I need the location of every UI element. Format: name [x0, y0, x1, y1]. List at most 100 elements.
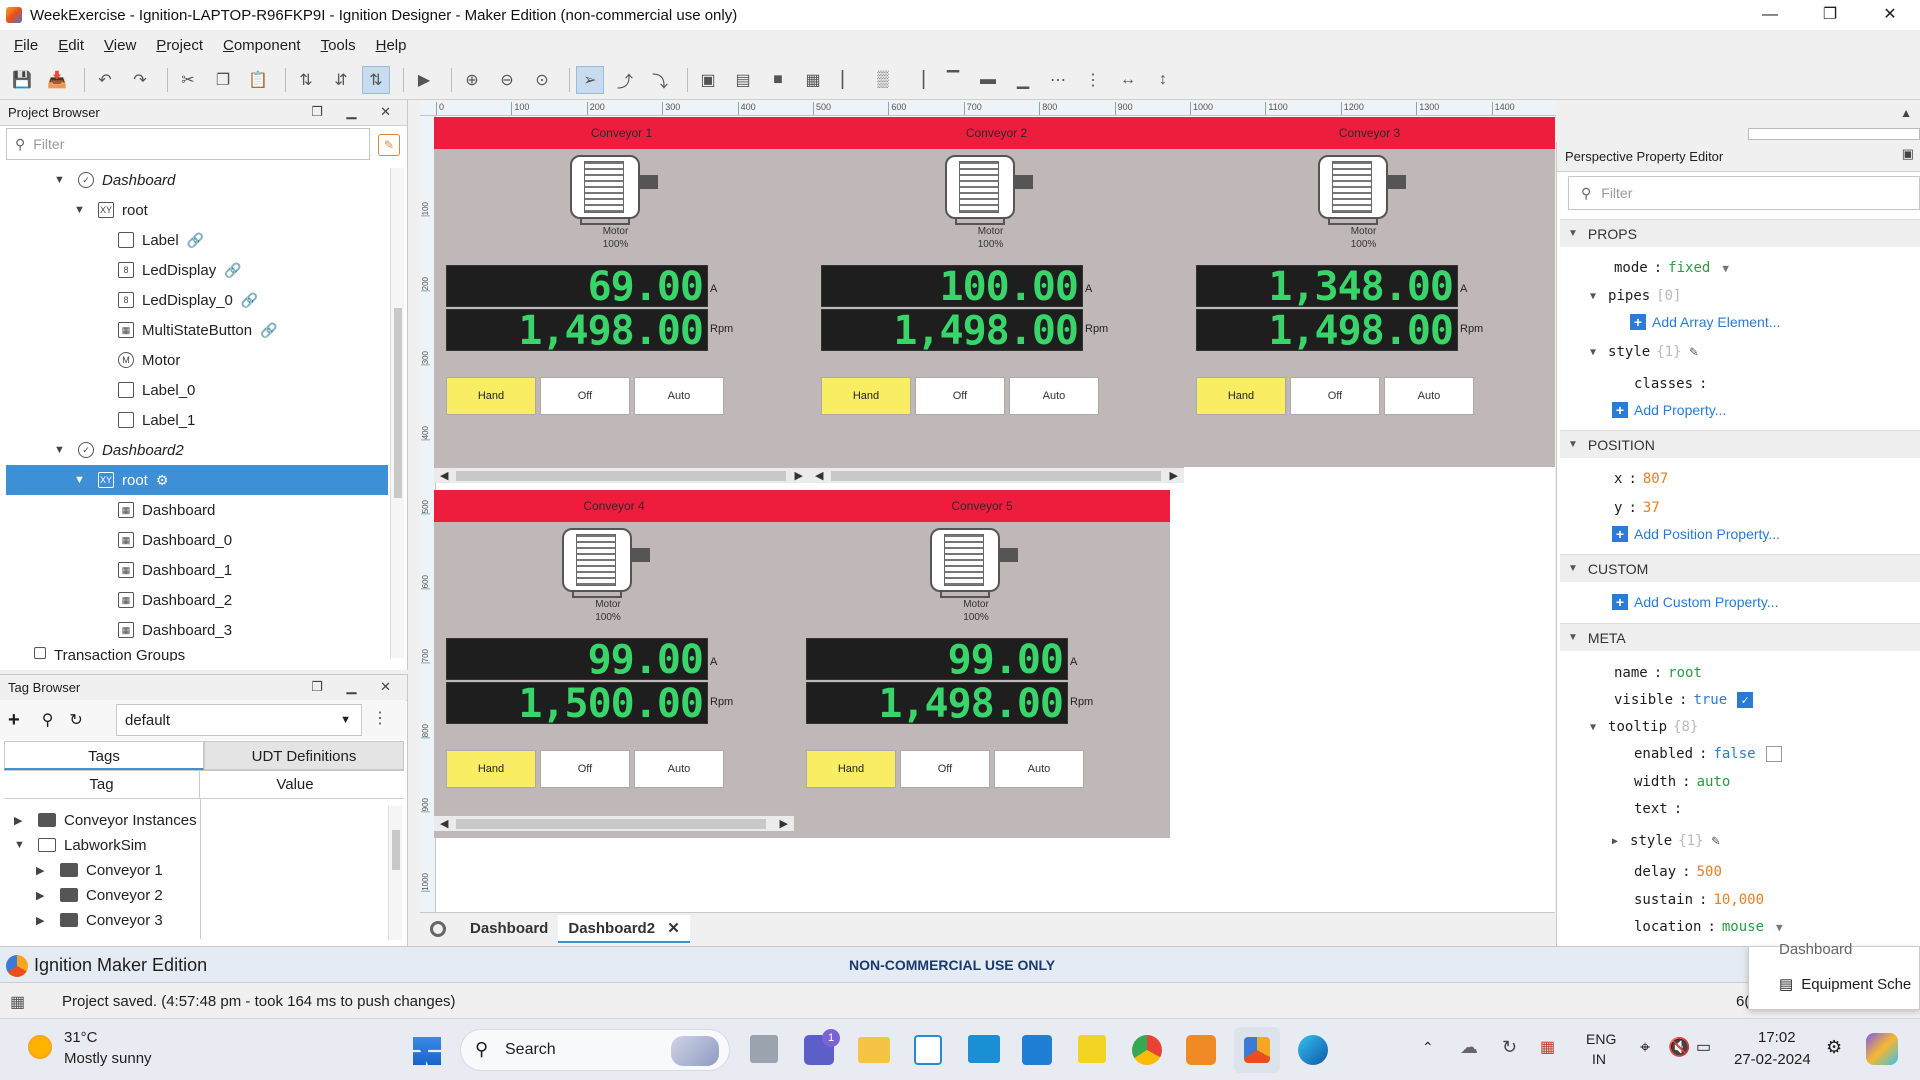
language-eng[interactable]: ENG	[1586, 1031, 1616, 1047]
battery-icon[interactable]: ▭	[1696, 1037, 1711, 1057]
distribute-vertical-icon[interactable]: ⋮	[1079, 66, 1107, 94]
mode-hand-button[interactable]: Hand	[446, 377, 536, 415]
send-backward-icon[interactable]: ▤	[729, 66, 757, 94]
tree-item-leddisplay[interactable]: 8 LedDisplay 🔗	[0, 255, 388, 285]
view-horizontal-scrollbar[interactable]: ◀ ▶	[434, 467, 809, 483]
weather-temp[interactable]: 31°C	[64, 1029, 98, 1046]
tree-item-embedded-dashboard-3[interactable]: ▦ Dashboard_3	[0, 615, 388, 645]
mode-auto-button[interactable]: Auto	[1384, 377, 1474, 415]
node-edit-icon[interactable]: ⤴	[611, 66, 639, 94]
project-browser-scrollbar[interactable]	[390, 168, 404, 658]
panel-float-icon[interactable]: ▣	[1902, 146, 1914, 162]
collapse-arrow-icon[interactable]: ▼	[74, 204, 88, 216]
tree-item-label-0[interactable]: Label_0	[0, 375, 388, 405]
column-tag[interactable]: Tag	[4, 771, 200, 798]
align-left-icon[interactable]: ▏	[834, 66, 862, 94]
tree-item-leddisplay-0[interactable]: 8 LedDisplay_0 🔗	[0, 285, 388, 315]
distribute-horizontal-icon[interactable]: ⋯	[1044, 66, 1072, 94]
visible-checkbox[interactable]: ✓	[1737, 692, 1754, 708]
minimize-button[interactable]: —	[1740, 0, 1800, 30]
cut-icon[interactable]: ✂	[174, 66, 202, 94]
prop-tooltip-text[interactable]: text:	[1634, 797, 1682, 821]
tab-udt-definitions[interactable]: UDT Definitions	[204, 741, 404, 770]
add-property-link[interactable]: + Add Property...	[1612, 402, 1726, 418]
motor-icon[interactable]	[558, 526, 658, 602]
selection-tool-icon[interactable]: ➢	[576, 65, 604, 94]
prop-classes[interactable]: classes:	[1634, 372, 1707, 396]
copy-icon[interactable]: ❐	[209, 66, 237, 94]
zoom-in-icon[interactable]: ⊕	[458, 66, 486, 94]
prop-y[interactable]: y:37	[1614, 496, 1660, 520]
prop-name[interactable]: name: root	[1614, 661, 1702, 685]
expand-arrow-icon[interactable]: ▶	[14, 814, 28, 827]
conveyor-view-1[interactable]: Conveyor 1 Motor 100% 69.00 A 1,498.00 Rpm Hand…	[434, 117, 809, 483]
tag-folder-conveyor-instances[interactable]: ▶ Conveyor Instances	[14, 807, 198, 833]
tab-tags[interactable]: Tags	[4, 741, 204, 770]
conveyor-view-4[interactable]: Conveyor 4 Motor 100% 99.00 A 1,500.00 Rpm Hand…	[434, 490, 794, 838]
prop-visible[interactable]: visible: true ✓	[1614, 688, 1754, 712]
mode-off-button[interactable]: Off	[915, 377, 1005, 415]
mode-off-button[interactable]: Off	[1290, 377, 1380, 415]
menu-edit[interactable]: Edit	[48, 37, 94, 54]
tree-item-embedded-dashboard-1[interactable]: ▦ Dashboard_1	[0, 555, 388, 585]
prop-tooltip-style[interactable]: ▶ style {1} ✎	[1612, 829, 1720, 853]
tree-item-root[interactable]: ▼ XY root	[0, 195, 388, 225]
collapse-arrow-icon[interactable]: ▼	[54, 174, 68, 186]
send-to-back-icon[interactable]: ▦	[799, 66, 827, 94]
tree-item-embedded-dashboard[interactable]: ▦ Dashboard	[0, 495, 388, 525]
expand-arrow-icon[interactable]: ▶	[36, 914, 50, 927]
preview-play-icon[interactable]: ▶	[410, 66, 438, 94]
mode-hand-button[interactable]: Hand	[1196, 377, 1286, 415]
collapse-arrow-icon[interactable]: ▼	[14, 839, 28, 851]
tag-browser-scrollbar[interactable]	[388, 806, 402, 940]
notification-gear-icon[interactable]: ⚙	[1826, 1037, 1842, 1058]
copilot-icon[interactable]	[1866, 1033, 1898, 1065]
add-array-element-link[interactable]: + Add Array Element...	[1630, 314, 1780, 330]
save-icon[interactable]: 💾	[8, 66, 36, 94]
wifi-icon[interactable]: ⌖	[1640, 1037, 1650, 1058]
prop-tooltip-sustain[interactable]: sustain:10,000	[1634, 888, 1764, 912]
mode-auto-button[interactable]: Auto	[994, 750, 1084, 788]
bring-to-front-icon[interactable]: ■	[764, 66, 792, 94]
mode-auto-button[interactable]: Auto	[634, 750, 724, 788]
tree-item-label[interactable]: Label 🔗	[0, 225, 388, 255]
tree-item-label-1[interactable]: Label_1	[0, 405, 388, 435]
tree-item-dashboard[interactable]: ▼ ✓ Dashboard	[0, 165, 388, 195]
remote-desktop-icon[interactable]	[968, 1035, 1000, 1063]
tree-item-motor[interactable]: M Motor	[0, 345, 388, 375]
column-value[interactable]: Value	[200, 771, 390, 798]
motor-icon[interactable]	[926, 526, 1026, 602]
motor-icon[interactable]	[941, 153, 1041, 229]
mode-auto-button[interactable]: Auto	[634, 377, 724, 415]
tag-provider-select[interactable]: default ▼	[116, 704, 362, 736]
mode-auto-button[interactable]: Auto	[1009, 377, 1099, 415]
prop-x[interactable]: x:807	[1614, 467, 1668, 491]
undo-icon[interactable]: ↶	[91, 66, 119, 94]
menu-component[interactable]: Component	[213, 37, 311, 54]
scroll-right-icon[interactable]: ▶	[795, 468, 803, 484]
prop-style[interactable]: ▼ style {1} ✎	[1590, 340, 1698, 364]
tag-folder-conveyor-1[interactable]: ▶ Conveyor 1	[36, 857, 198, 883]
security-icon[interactable]: ▦	[1540, 1037, 1555, 1057]
tree-item-embedded-dashboard-2[interactable]: ▦ Dashboard_2	[0, 585, 388, 615]
chevron-down-icon[interactable]: ▼	[1722, 262, 1729, 275]
mode-hand-button[interactable]: Hand	[806, 750, 896, 788]
tag-folder-labworksim[interactable]: ▼ LabworkSim	[14, 832, 198, 858]
prop-tooltip-width[interactable]: width: auto	[1634, 770, 1730, 794]
align-top-icon[interactable]: ▔	[939, 66, 967, 94]
tag-folder-conveyor-3[interactable]: ▶ Conveyor 3	[36, 907, 198, 933]
bring-forward-icon[interactable]: ▣	[694, 66, 722, 94]
scroll-up-icon[interactable]: ▲	[1900, 106, 1912, 120]
chevron-down-icon[interactable]: ▼	[1776, 921, 1783, 934]
project-browser-filter[interactable]: ⚲ Filter	[6, 128, 370, 160]
edge-icon[interactable]	[1298, 1035, 1328, 1065]
grid-icon[interactable]: ▦	[10, 992, 25, 1012]
section-meta[interactable]: ▼ META	[1560, 623, 1920, 651]
menu-help[interactable]: Help	[366, 37, 417, 54]
mode-off-button[interactable]: Off	[900, 750, 990, 788]
menu-view[interactable]: View	[94, 37, 146, 54]
comm-mode-icon[interactable]: ⇅	[362, 65, 390, 94]
store-icon[interactable]	[914, 1035, 942, 1065]
search-icon[interactable]: ⚲	[42, 710, 54, 730]
refresh-icon[interactable]: ↻	[69, 710, 82, 730]
